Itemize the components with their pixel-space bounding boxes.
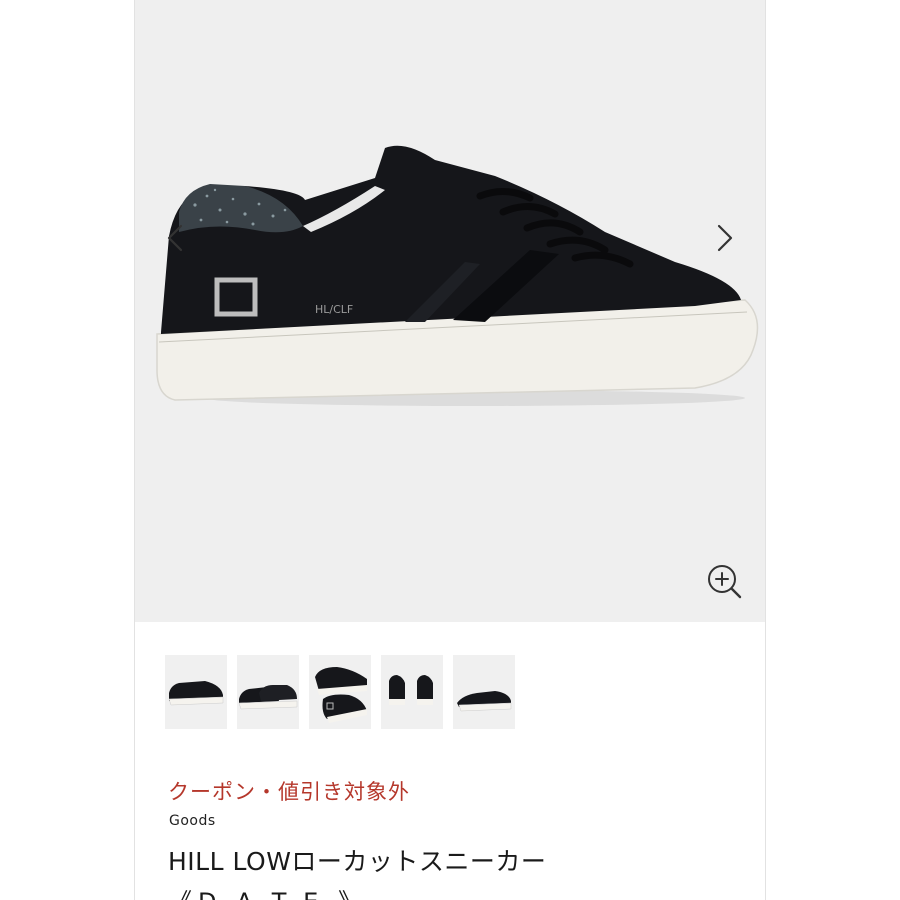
thumbnail-3[interactable]: [309, 655, 371, 729]
thumbnail-5[interactable]: [453, 655, 515, 729]
product-category: Goods: [169, 813, 216, 829]
thumbnail-1[interactable]: [165, 655, 227, 729]
thumbnail-4[interactable]: [381, 655, 443, 729]
chevron-left-icon[interactable]: [163, 218, 187, 258]
zoom-in-icon[interactable]: [705, 562, 743, 600]
product-main-image: HL/CLF: [156, 145, 759, 406]
thumbnail-2[interactable]: [237, 655, 299, 729]
heel-text: HL/CLF: [315, 303, 353, 316]
product-page: HL/CLF クーポン・値引き対象外 Goods HILL LOWローカットスニ…: [134, 0, 766, 900]
product-title: HILL LOWローカットスニーカー: [168, 847, 547, 876]
thumbnail-strip: [165, 655, 515, 731]
product-image-carousel[interactable]: HL/CLF: [135, 0, 765, 622]
chevron-right-icon[interactable]: [713, 218, 737, 258]
product-brand: 《D.A.T.E.》: [168, 882, 368, 900]
coupon-notice: クーポン・値引き対象外: [168, 780, 410, 804]
